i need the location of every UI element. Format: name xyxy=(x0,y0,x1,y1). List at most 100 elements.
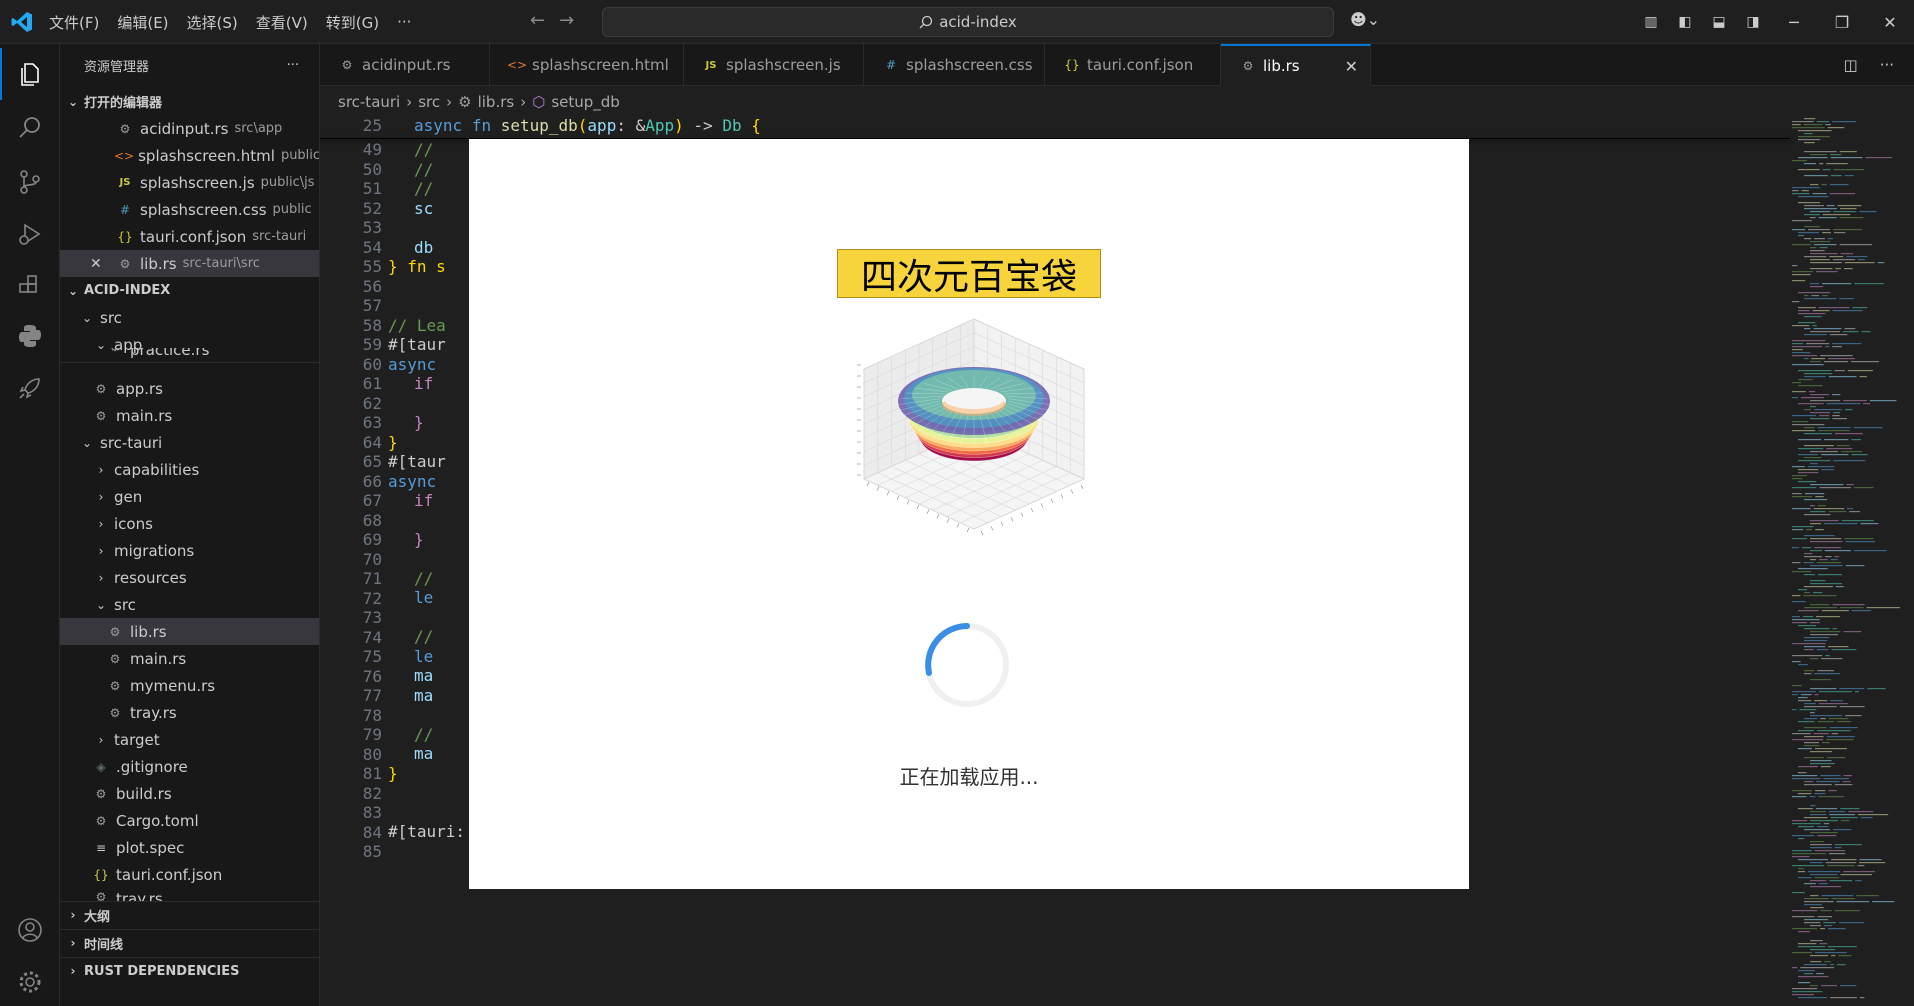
source-control-icon[interactable] xyxy=(0,156,60,208)
restore-icon[interactable]: ❐ xyxy=(1818,13,1866,32)
folder-item[interactable]: › resources xyxy=(60,564,319,591)
close-tab-icon[interactable]: ✕ xyxy=(1345,57,1358,76)
tab-splashscreen-js[interactable]: JS splashscreen.js xyxy=(684,44,864,86)
file-name: app.rs xyxy=(116,379,163,398)
menu-view[interactable]: 查看(V) xyxy=(247,12,317,33)
folder-name: src xyxy=(100,308,122,327)
line-number: 69 xyxy=(362,530,382,549)
search-activity-icon[interactable] xyxy=(0,102,60,154)
code-line: async xyxy=(388,472,446,491)
tab-tauri-conf[interactable]: {} tauri.conf.json xyxy=(1045,44,1221,86)
editor-tabs: ⚙ acidinput.rs <> splashscreen.html JS spla… xyxy=(320,44,1914,86)
run-debug-icon[interactable] xyxy=(0,208,60,260)
toggle-primary-sidebar-icon[interactable]: ◧ xyxy=(1668,14,1702,30)
open-editor-name: tauri.conf.json xyxy=(140,227,247,246)
line-number: 85 xyxy=(362,842,382,861)
close-icon[interactable]: ✕ xyxy=(90,256,114,272)
file-item[interactable]: ⚙ build.rs xyxy=(60,780,319,807)
line-number: 72 xyxy=(362,588,382,608)
back-arrow-icon[interactable]: ← xyxy=(530,10,545,31)
open-editor-item[interactable]: ⚙ acidinput.rs src\app xyxy=(60,115,319,142)
explorer-sidebar: 资源管理器 ··· ⌄ 打开的编辑器 ⚙ acidinput.rs src\ap… xyxy=(60,44,320,1006)
code-line: le xyxy=(414,588,434,607)
breadcrumb-item[interactable]: lib.rs xyxy=(478,93,515,111)
file-item[interactable]: ◈ .gitignore xyxy=(60,753,319,780)
file-item-selected[interactable]: ⚙ lib.rs xyxy=(60,618,319,645)
more-actions-icon[interactable]: ··· xyxy=(1880,56,1894,74)
toggle-panel-icon[interactable]: ⬓ xyxy=(1702,14,1736,30)
manage-gear-icon[interactable] xyxy=(0,956,60,1006)
breadcrumb-item[interactable]: src-tauri xyxy=(338,93,400,111)
menu-edit[interactable]: 编辑(E) xyxy=(108,12,177,33)
folder-item[interactable]: ⌄ src-tauri xyxy=(60,429,319,456)
open-editor-item[interactable]: ✕ ⚙ lib.rs src-tauri\src xyxy=(60,250,319,277)
minimize-icon[interactable]: ─ xyxy=(1770,13,1818,32)
folder-item[interactable]: › icons xyxy=(60,510,319,537)
file-item[interactable]: ⚙ main.rs xyxy=(60,402,319,429)
minimap[interactable] xyxy=(1790,114,1914,1006)
file-item[interactable]: {} tauri.conf.json xyxy=(60,861,319,888)
breadcrumb-item[interactable]: src xyxy=(418,93,440,111)
tab-splashscreen-html[interactable]: <> splashscreen.html xyxy=(490,44,684,86)
folder-item[interactable]: › gen xyxy=(60,483,319,510)
file-item[interactable]: ⚙ mymenu.rs xyxy=(60,672,319,699)
rocket-icon[interactable] xyxy=(0,362,60,414)
customize-layout-icon[interactable]: ▥ xyxy=(1634,14,1668,30)
menu-go[interactable]: 转到(G) xyxy=(317,12,388,33)
rust-file-icon: ⚙ xyxy=(95,786,107,801)
close-window-icon[interactable]: ✕ xyxy=(1866,13,1914,32)
folder-item[interactable]: › capabilities xyxy=(60,456,319,483)
account-icon[interactable] xyxy=(0,904,60,956)
sticky-scroll-divider xyxy=(60,362,319,363)
code-line: #[taur xyxy=(388,335,446,354)
toggle-secondary-sidebar-icon[interactable]: ◨ xyxy=(1736,14,1770,30)
json-file-icon: {} xyxy=(1064,58,1080,72)
line-number: 53 xyxy=(362,218,382,237)
outline-section[interactable]: › 大纲 xyxy=(60,901,319,928)
extensions-icon[interactable] xyxy=(0,260,60,312)
line-number: 25 xyxy=(362,116,382,135)
chevron-down-icon: ⌄ xyxy=(67,94,79,109)
forward-arrow-icon[interactable]: → xyxy=(559,10,574,31)
line-number: 82 xyxy=(362,783,382,803)
code-line: async xyxy=(388,355,446,374)
file-item[interactable]: ≡ plot.spec xyxy=(60,834,319,861)
code-line: if xyxy=(414,491,434,510)
explorer-icon[interactable] xyxy=(0,48,60,100)
folder-item[interactable]: ⌄ src xyxy=(60,591,319,618)
open-editor-item[interactable]: # splashscreen.css public xyxy=(60,196,319,223)
tab-splashscreen-css[interactable]: # splashscreen.css xyxy=(864,44,1045,86)
breadcrumb-item[interactable]: setup_db xyxy=(551,93,620,111)
menu-selection[interactable]: 选择(S) xyxy=(178,12,247,33)
tab-lib-rs[interactable]: ⚙ lib.rs ✕ xyxy=(1221,44,1371,86)
file-item[interactable]: ⚙ Cargo.toml xyxy=(60,807,319,834)
search-text: acid-index xyxy=(939,13,1017,31)
file-item[interactable]: ⚙ tray.rs xyxy=(60,699,319,726)
open-editor-item[interactable]: JS splashscreen.js public\js xyxy=(60,169,319,196)
folder-item[interactable]: › target xyxy=(60,726,319,753)
open-editor-item[interactable]: <> splashscreen.html public xyxy=(60,142,319,169)
more-actions-icon[interactable]: ··· xyxy=(287,58,299,73)
rust-dependencies-section[interactable]: › RUST DEPENDENCIES xyxy=(60,957,319,984)
split-editor-icon[interactable]: ◫ xyxy=(1844,56,1858,74)
line-number: 80 xyxy=(362,744,382,764)
open-editors-section[interactable]: ⌄ 打开的编辑器 xyxy=(60,88,319,115)
folder-item[interactable]: ⌄ src xyxy=(60,304,319,331)
menu-more[interactable]: ··· xyxy=(388,13,420,31)
copilot-icon[interactable]: ☻⌄ xyxy=(1350,10,1380,29)
file-item[interactable]: ⚙ main.rs xyxy=(60,645,319,672)
css-file-icon: # xyxy=(885,58,897,72)
python-icon[interactable] xyxy=(0,310,60,362)
line-number: 65 xyxy=(362,452,382,471)
open-editor-item[interactable]: {} tauri.conf.json src-tauri xyxy=(60,223,319,250)
folder-item[interactable]: › migrations xyxy=(60,537,319,564)
code-line: ma xyxy=(414,666,434,685)
tab-acidinput[interactable]: ⚙ acidinput.rs xyxy=(320,44,490,86)
command-center-search[interactable]: acid-index xyxy=(602,7,1334,37)
file-item[interactable]: ⚙ tray.rs xyxy=(60,888,319,902)
menu-file[interactable]: 文件(F) xyxy=(40,12,108,33)
timeline-section[interactable]: › 时间线 xyxy=(60,929,319,956)
file-item[interactable]: ⚙ app.rs xyxy=(60,375,319,402)
project-section[interactable]: ⌄ ACID-INDEX xyxy=(60,277,319,304)
file-name: tray.rs xyxy=(130,703,177,722)
